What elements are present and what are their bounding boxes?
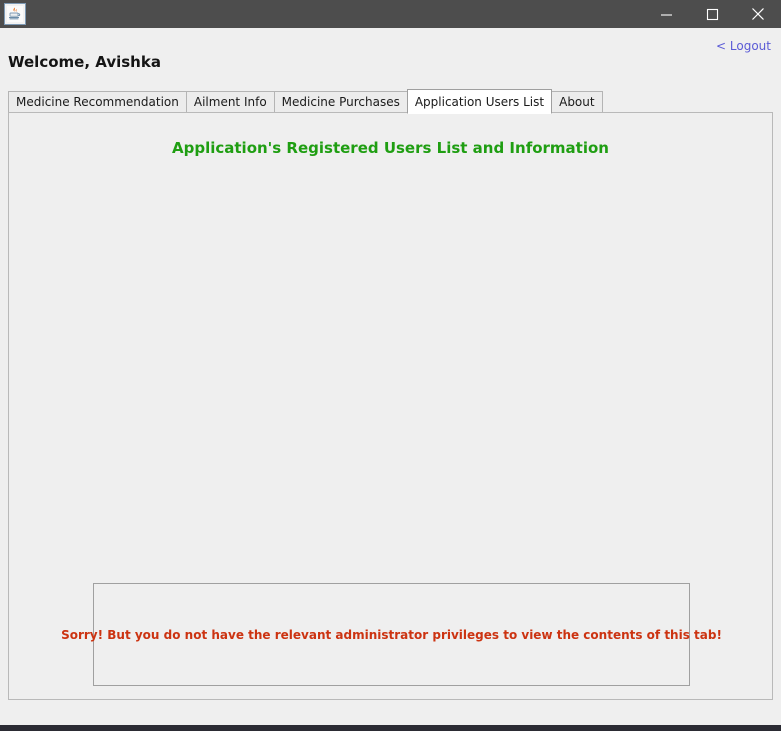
maximize-icon[interactable]: [689, 0, 735, 28]
tab-label: About: [559, 95, 595, 109]
tab-content-panel: Application's Registered Users List and …: [8, 112, 773, 700]
tab-medicine-purchases[interactable]: Medicine Purchases: [273, 91, 408, 113]
tab-label: Medicine Purchases: [281, 95, 400, 109]
application-window: < Logout Welcome, Avishka Medicine Recom…: [0, 0, 781, 731]
tab-medicine-recommendation[interactable]: Medicine Recommendation: [8, 91, 187, 113]
tab-ailment-info[interactable]: Ailment Info: [185, 91, 275, 113]
permission-notice-text: Sorry! But you do not have the relevant …: [61, 627, 722, 642]
tab-label: Ailment Info: [193, 95, 267, 109]
permission-notice-box: Sorry! But you do not have the relevant …: [61, 583, 722, 686]
tab-label: Application Users List: [414, 95, 545, 109]
welcome-heading: Welcome, Avishka: [8, 53, 161, 71]
header-area: < Logout Welcome, Avishka: [0, 28, 781, 88]
page-title: Application's Registered Users List and …: [172, 139, 609, 157]
minimize-icon[interactable]: [643, 0, 689, 28]
tab-label: Medicine Recommendation: [16, 95, 179, 109]
logout-link[interactable]: < Logout: [716, 39, 771, 53]
close-icon[interactable]: [735, 0, 781, 28]
window-bottom-strip: [0, 725, 781, 731]
tab-strip: Medicine Recommendation Ailment Info Med…: [8, 88, 773, 114]
java-coffee-cup-icon: [4, 3, 26, 25]
title-bar: [0, 0, 781, 28]
tab-about[interactable]: About: [551, 91, 603, 113]
tab-application-users-list[interactable]: Application Users List: [406, 89, 553, 114]
